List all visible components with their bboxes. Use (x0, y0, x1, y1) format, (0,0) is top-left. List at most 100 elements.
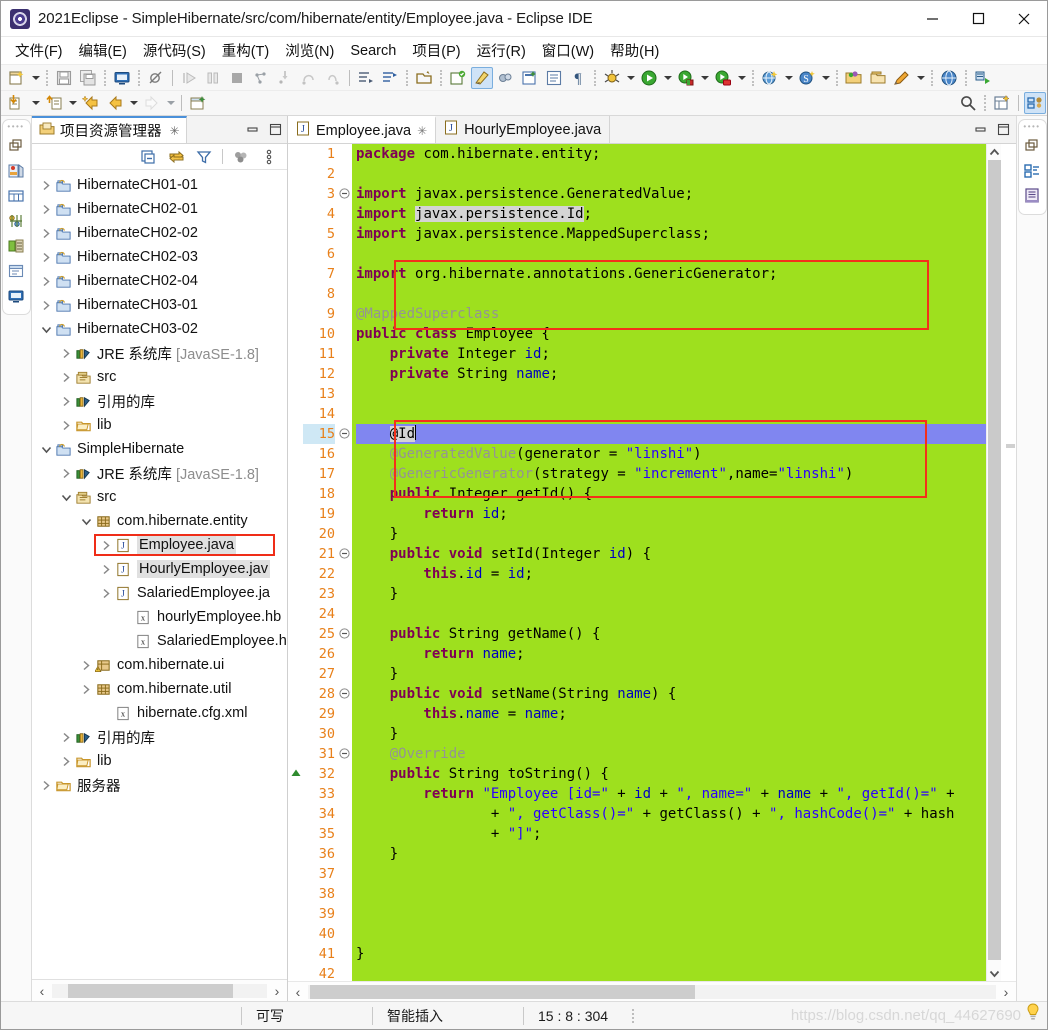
code-line[interactable]: return id; (356, 504, 986, 524)
drag-handle-dots[interactable]: •••• (1023, 123, 1040, 131)
tree-item-lib[interactable]: lib (32, 413, 287, 437)
code-line[interactable]: package com.hibernate.entity; (356, 144, 986, 164)
browser-icon[interactable] (938, 67, 960, 89)
close-icon[interactable]: ✳ (170, 124, 180, 138)
chevron-right-icon[interactable] (38, 197, 54, 221)
chevron-right-icon[interactable] (98, 533, 114, 557)
hscroll-track[interactable] (52, 983, 267, 998)
fold-toggle-icon[interactable] (339, 744, 352, 764)
scroll-left-icon[interactable]: ‹ (32, 983, 52, 999)
tree-item-hourlyemployee.hb[interactable]: x hourlyEmployee.hb (32, 605, 287, 629)
chevron-right-icon[interactable] (58, 365, 74, 389)
code-line[interactable] (356, 904, 986, 924)
chevron-right-icon[interactable] (38, 773, 54, 797)
editor-overview-ruler[interactable] (1001, 144, 1016, 981)
menu-search[interactable]: Search (342, 41, 404, 61)
code-line[interactable]: @Override (356, 744, 986, 764)
code-line[interactable]: return name; (356, 644, 986, 664)
task-list-icon[interactable] (1020, 183, 1044, 208)
suspend-icon[interactable] (202, 67, 224, 89)
code-line[interactable]: import javax.persistence.Id; (356, 204, 986, 224)
console-view-icon[interactable] (4, 283, 28, 308)
run-stop-icon[interactable] (712, 67, 734, 89)
previous-annotation-icon[interactable] (379, 67, 401, 89)
menu-navigate[interactable]: 浏览(N) (277, 38, 342, 63)
code-line[interactable] (356, 244, 986, 264)
code-line[interactable]: @Id (356, 424, 986, 444)
new-class-icon[interactable] (519, 67, 541, 89)
debug-icon[interactable] (601, 67, 623, 89)
chevron-right-icon[interactable] (38, 293, 54, 317)
tree-item-[interactable]: 引用的库 (32, 725, 287, 749)
code-line[interactable]: public void setId(Integer id) { (356, 544, 986, 564)
chevron-right-icon[interactable] (58, 389, 74, 413)
new-java-project-icon[interactable] (447, 67, 469, 89)
open-folder-icon[interactable] (843, 67, 865, 89)
close-button[interactable] (1001, 1, 1047, 37)
menu-window[interactable]: 窗口(W) (534, 38, 602, 63)
terminate-icon[interactable] (226, 67, 248, 89)
chevron-down-icon[interactable] (38, 437, 54, 461)
tree-item-src[interactable]: src (32, 485, 287, 509)
code-line[interactable]: @MappedSuperclass (356, 304, 986, 324)
chevron-right-icon[interactable] (58, 749, 74, 773)
chevron-right-icon[interactable] (98, 557, 114, 581)
menu-file[interactable]: 文件(F) (7, 38, 71, 63)
code-line[interactable] (356, 864, 986, 884)
filter-icon[interactable] (194, 147, 214, 167)
skip-breakpoints-icon[interactable] (145, 67, 167, 89)
fold-toggle-icon[interactable] (339, 544, 352, 564)
code-line[interactable]: } (356, 584, 986, 604)
tree-item-hourlyemployee.jav[interactable]: J HourlyEmployee.jav (32, 557, 287, 581)
back-dropdown-arrow[interactable] (127, 92, 140, 114)
forward-icon[interactable] (141, 92, 163, 114)
console-icon[interactable] (111, 67, 133, 89)
run-icon[interactable] (638, 67, 660, 89)
tree-item-jre[interactable]: JRE 系统库 [JavaSE-1.8] (32, 461, 287, 485)
disconnect-icon[interactable] (250, 67, 272, 89)
code-line[interactable]: @GeneratedValue(generator = "linshi") (356, 444, 986, 464)
chevron-down-icon[interactable] (58, 485, 74, 509)
save-all-icon[interactable] (77, 67, 99, 89)
code-line[interactable]: return "Employee [id=" + id + ", name=" … (356, 784, 986, 804)
tree-item-hibernatech02-02[interactable]: HibernateCH02-02 (32, 221, 287, 245)
tree-item-hibernatech03-02[interactable]: HibernateCH03-02 (32, 317, 287, 341)
code-line[interactable] (356, 964, 986, 981)
step-over-icon[interactable] (298, 67, 320, 89)
editor-hscroll-thumb[interactable] (310, 984, 695, 999)
chevron-right-icon[interactable] (58, 413, 74, 437)
hscroll-thumb[interactable] (68, 983, 233, 998)
new-wizard-icon[interactable] (6, 67, 28, 89)
run-stop-dropdown-arrow[interactable] (735, 67, 748, 89)
menu-edit[interactable]: 编辑(E) (71, 38, 135, 63)
export-icon[interactable] (43, 92, 65, 114)
override-marker-icon[interactable] (288, 764, 303, 784)
chevron-right-icon[interactable] (58, 725, 74, 749)
collapse-all-icon[interactable] (138, 147, 158, 167)
chevron-right-icon[interactable] (58, 341, 74, 365)
new-web-project-icon[interactable] (759, 67, 781, 89)
code-line[interactable] (356, 604, 986, 624)
chevron-down-icon[interactable] (38, 317, 54, 341)
code-line[interactable]: + "]"; (356, 824, 986, 844)
pen-dropdown-arrow[interactable] (914, 67, 927, 89)
code-line[interactable]: this.id = id; (356, 564, 986, 584)
editor-vscrollbar[interactable] (986, 144, 1001, 981)
tree-item-hibernate.cfg.xml[interactable]: x hibernate.cfg.xml (32, 701, 287, 725)
pilcrow-icon[interactable]: ¶ (567, 67, 589, 89)
open-perspective-icon[interactable] (991, 92, 1013, 114)
restore-view-icon[interactable] (1020, 133, 1044, 158)
export-folder-icon[interactable] (867, 67, 889, 89)
code-line[interactable]: } (356, 724, 986, 744)
snippets-view-icon[interactable] (4, 233, 28, 258)
tree-item-employee.java[interactable]: J Employee.java (32, 533, 287, 557)
tree-item-lib[interactable]: lib (32, 749, 287, 773)
tree-item-hibernatech02-04[interactable]: HibernateCH02-04 (32, 269, 287, 293)
fold-toggle-icon[interactable] (339, 684, 352, 704)
tree-item-salariedemployee.h[interactable]: x SalariedEmployee.h (32, 629, 287, 653)
new-editor-icon[interactable] (187, 92, 209, 114)
data-source-explorer-icon[interactable] (4, 183, 28, 208)
search-resources-icon[interactable]: S (796, 67, 818, 89)
code-line[interactable]: @GenericGenerator(strategy = "increment"… (356, 464, 986, 484)
editor-tab-hourlyemployee[interactable]: J HourlyEmployee.java (436, 116, 611, 143)
